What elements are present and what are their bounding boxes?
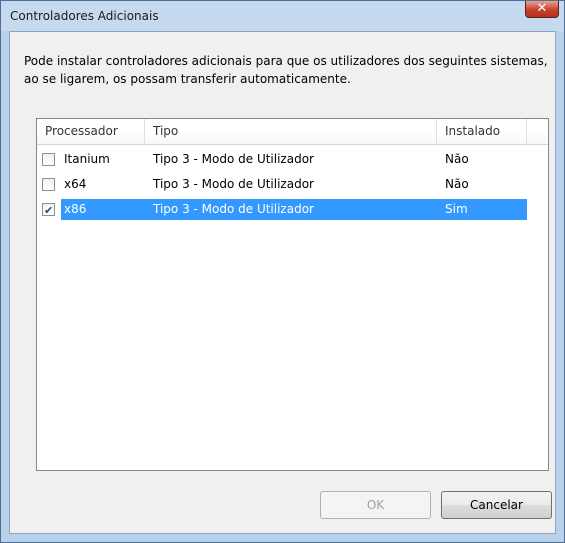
row-checkbox[interactable] [42, 200, 55, 221]
description-text: Pode instalar controladores adicionais p… [24, 54, 548, 86]
cancel-button[interactable]: Cancelar [441, 491, 552, 519]
row-type: Tipo 3 - Modo de Utilizador [153, 177, 314, 191]
column-header-processor[interactable]: Processador [37, 119, 145, 144]
list-header: Processador Tipo Instalado [37, 119, 548, 145]
list-row-itanium[interactable]: Itanium Tipo 3 - Modo de Utilizador Não [37, 149, 548, 170]
close-button[interactable]: ✕ [525, 1, 559, 18]
row-type: Tipo 3 - Modo de Utilizador [153, 202, 314, 216]
row-checkbox[interactable] [42, 153, 55, 166]
list-row-x64[interactable]: x64 Tipo 3 - Modo de Utilizador Não [37, 174, 548, 195]
row-installed: Não [445, 177, 469, 191]
window-title: Controladores Adicionais [10, 9, 159, 23]
close-icon: ✕ [536, 1, 548, 16]
row-processor: x64 [64, 177, 87, 191]
drivers-list[interactable]: Processador Tipo Instalado Itanium Tipo … [36, 118, 549, 471]
row-installed: Não [445, 152, 469, 166]
ok-button[interactable]: OK [320, 491, 431, 519]
list-row-x86[interactable]: x86 Tipo 3 - Modo de Utilizador Sim [37, 199, 548, 221]
row-processor: Itanium [64, 152, 110, 166]
title-bar[interactable]: Controladores Adicionais ✕ [1, 1, 564, 31]
column-header-type[interactable]: Tipo [145, 119, 437, 144]
column-header-installed[interactable]: Instalado [437, 119, 527, 144]
row-checkbox[interactable] [42, 178, 55, 191]
row-processor: x86 [64, 202, 87, 216]
row-type: Tipo 3 - Modo de Utilizador [153, 152, 314, 166]
row-installed: Sim [445, 202, 468, 216]
